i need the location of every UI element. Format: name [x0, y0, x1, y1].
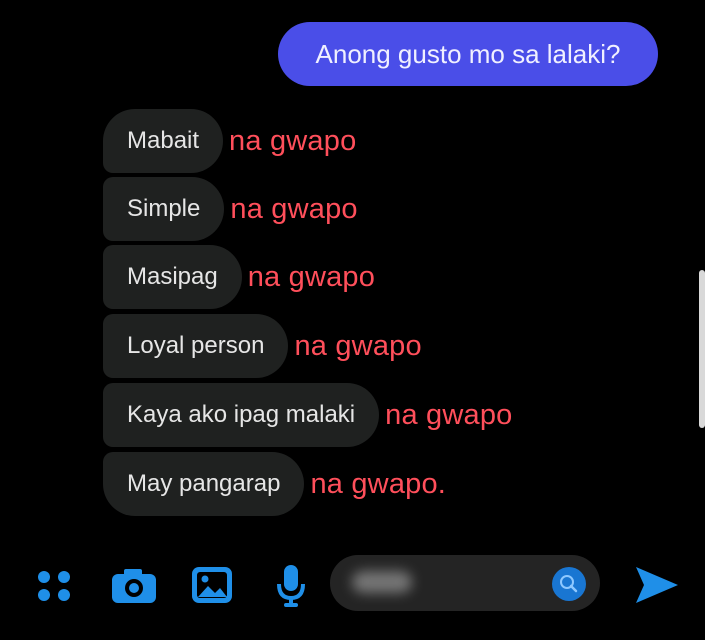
scrollbar[interactable]	[699, 270, 705, 428]
send-icon[interactable]	[636, 567, 678, 608]
overlay-caption: na gwapo	[385, 398, 513, 431]
received-message-bubble[interactable]: May pangarap	[103, 452, 305, 516]
received-message-row: Masipag na gwapo	[103, 245, 375, 309]
message-text: Loyal person	[127, 332, 265, 359]
blurred-input-text	[352, 571, 412, 593]
overlay-caption: na gwapo	[294, 329, 422, 362]
received-message-bubble[interactable]: Masipag	[103, 245, 242, 309]
overlay-caption: na gwapo.	[310, 467, 447, 500]
message-text: Masipag	[127, 263, 218, 290]
overlay-caption: na gwapo	[229, 124, 357, 157]
received-message-row: Mabait na gwapo	[103, 109, 356, 173]
camera-icon[interactable]	[112, 569, 156, 608]
image-icon[interactable]	[192, 567, 232, 608]
received-message-bubble[interactable]: Mabait	[103, 109, 224, 173]
apps-icon[interactable]	[36, 569, 72, 608]
received-message-row: May pangarap na gwapo.	[103, 452, 446, 516]
received-message-bubble[interactable]: Kaya ako ipag malaki	[103, 383, 380, 447]
message-input[interactable]	[330, 555, 600, 611]
search-icon[interactable]	[552, 567, 586, 601]
received-message-row: Loyal person na gwapo	[103, 314, 422, 378]
message-text: May pangarap	[127, 470, 281, 497]
received-message-bubble[interactable]: Loyal person	[103, 314, 289, 378]
overlay-caption: na gwapo	[230, 192, 358, 225]
message-text: Kaya ako ipag malaki	[127, 401, 356, 428]
message-composer	[0, 545, 705, 625]
received-message-row: Kaya ako ipag malaki na gwapo	[103, 383, 513, 447]
sent-message-text: Anong gusto mo sa lalaki?	[315, 38, 621, 69]
sent-message-bubble[interactable]: Anong gusto mo sa lalaki?	[278, 22, 658, 86]
received-message-row: Simple na gwapo	[103, 177, 358, 241]
microphone-icon[interactable]	[276, 565, 306, 612]
overlay-caption: na gwapo	[247, 260, 376, 293]
message-text: Mabait	[127, 127, 200, 154]
received-message-bubble[interactable]: Simple	[103, 177, 225, 241]
message-text: Simple	[127, 195, 201, 222]
